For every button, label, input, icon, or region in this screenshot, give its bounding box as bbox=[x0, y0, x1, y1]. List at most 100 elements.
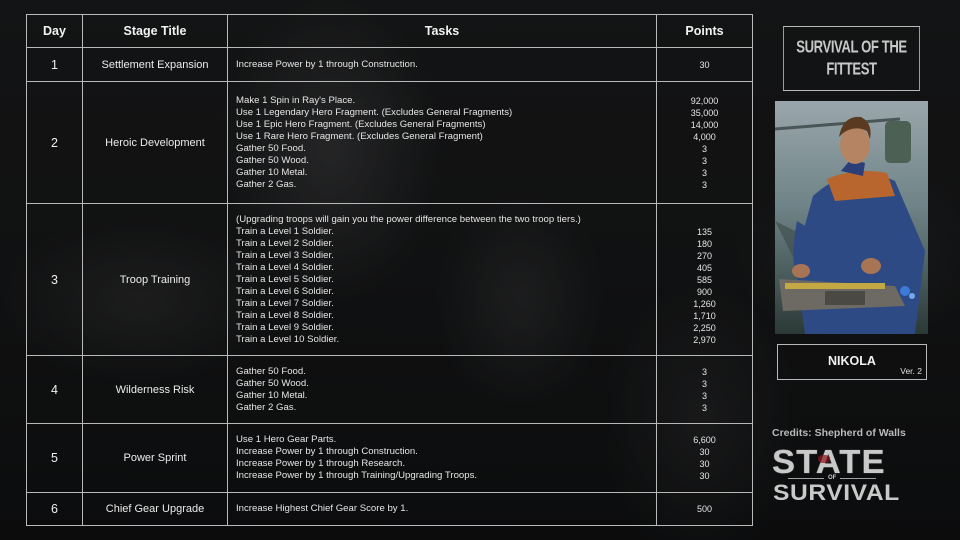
points-cell: 92,000 35,000 14,000 4,000 3 3 3 3 bbox=[656, 81, 753, 204]
task-item: Use 1 Rare Hero Fragment. (Excludes Gene… bbox=[236, 130, 483, 142]
points-value: 180 bbox=[696, 238, 713, 249]
table-row: 3 Troop Training (Upgrading troops will ga… bbox=[26, 203, 753, 356]
header-points: Points bbox=[656, 14, 753, 48]
day-cell: 6 bbox=[26, 492, 83, 526]
points-cell: 135 180 270 405 585 900 1,260 1,710 2,250 2,970 bbox=[656, 203, 753, 356]
task-item: Train a Level 5 Soldier. bbox=[236, 273, 334, 285]
points-value: 30 bbox=[699, 59, 710, 70]
task-item: Gather 50 Wood. bbox=[236, 377, 309, 389]
day-cell: 4 bbox=[26, 355, 83, 424]
task-item: Gather 2 Gas. bbox=[236, 178, 297, 190]
logo-divider bbox=[840, 478, 876, 479]
logo-blood-splatter-icon bbox=[818, 455, 830, 463]
tasks-cell: Use 1 Hero Gear Parts. Increase Power by … bbox=[227, 423, 657, 493]
task-item: Train a Level 6 Soldier. bbox=[236, 285, 334, 297]
logo-divider bbox=[788, 478, 824, 479]
points-cell: 3333 bbox=[656, 355, 753, 424]
tasks-cell: Make 1 Spin in Ray's Place. Use 1 Legenda… bbox=[227, 81, 657, 204]
task-item: Gather 10 Metal. bbox=[236, 166, 308, 178]
task-item: Use 1 Legendary Hero Fragment. (Excludes… bbox=[236, 106, 513, 118]
points-value: 3 bbox=[701, 390, 707, 401]
points-value: 3 bbox=[701, 155, 707, 166]
hero-name-box: NIKOLA Ver. 2 bbox=[777, 344, 927, 380]
task-item: Make 1 Spin in Ray's Place. bbox=[236, 94, 356, 106]
points-spacer bbox=[657, 214, 752, 226]
points-value: 4,000 bbox=[693, 131, 716, 142]
points-value: 500 bbox=[696, 504, 713, 514]
task-item: Gather 10 Metal. bbox=[236, 389, 308, 401]
event-schedule-table: Day Stage Title Tasks Points 1 Settlement… bbox=[26, 14, 753, 526]
task-item: Gather 2 Gas. bbox=[236, 401, 297, 413]
points-cell: 500 bbox=[656, 492, 753, 526]
stage-title-cell: Wilderness Risk bbox=[82, 355, 228, 424]
task-item: Gather 50 Food. bbox=[236, 365, 306, 377]
task-item: Increase Power by 1 through Research. bbox=[236, 458, 406, 469]
points-value: 1,710 bbox=[693, 310, 716, 321]
day-cell: 5 bbox=[26, 423, 83, 493]
stage-title-cell: Heroic Development bbox=[82, 81, 228, 204]
points-value: 405 bbox=[696, 262, 713, 273]
task-item: Use 1 Epic Hero Fragment. (Excludes Gene… bbox=[236, 118, 486, 130]
event-title-box: SURVIVAL OF THE FITTEST bbox=[783, 26, 920, 91]
header-tasks: Tasks bbox=[227, 14, 657, 48]
points-value: 2,970 bbox=[693, 334, 716, 345]
task-item: Train a Level 10 Soldier. bbox=[236, 333, 340, 345]
header-day: Day bbox=[26, 14, 83, 48]
points-value: 14,000 bbox=[690, 119, 719, 130]
points-value: 30 bbox=[699, 447, 710, 457]
task-item: Train a Level 3 Soldier. bbox=[236, 249, 334, 261]
tasks-cell: Gather 50 Food. Gather 50 Wood. Gather 10 … bbox=[227, 355, 657, 424]
task-item: Gather 50 Wood. bbox=[236, 154, 309, 166]
task-item: Increase Power by 1 through Construction… bbox=[236, 58, 418, 70]
header-stage-title: Stage Title bbox=[82, 14, 228, 48]
table-row: 6 Chief Gear Upgrade Increase Highest Chie… bbox=[26, 492, 753, 526]
task-item: Increase Highest Chief Gear Score by 1. bbox=[236, 503, 409, 514]
table-header-row: Day Stage Title Tasks Points bbox=[26, 14, 753, 48]
points-value: 35,000 bbox=[690, 107, 719, 118]
points-value: 1,260 bbox=[693, 298, 716, 309]
table-row: 4 Wilderness Risk Gather 50 Food. Gather 50… bbox=[26, 355, 753, 424]
points-value: 30 bbox=[699, 459, 710, 469]
points-value: 30 bbox=[699, 471, 710, 481]
task-item: Train a Level 2 Soldier. bbox=[236, 237, 334, 249]
logo-survival-text: SURVIVAL bbox=[773, 480, 900, 505]
task-item: Increase Power by 1 through Training/Upg… bbox=[236, 470, 478, 481]
task-item: Train a Level 7 Soldier. bbox=[236, 297, 334, 309]
points-cell: 30 bbox=[656, 47, 753, 82]
logo-state-text: STATE bbox=[772, 445, 886, 479]
task-item: Train a Level 1 Soldier. bbox=[236, 225, 334, 237]
day-cell: 1 bbox=[26, 47, 83, 82]
state-of-survival-logo: STATE OF SURVIVAL bbox=[772, 445, 912, 507]
points-value: 2,250 bbox=[693, 322, 716, 333]
points-value: 3 bbox=[701, 402, 707, 413]
task-note: (Upgrading troops will gain you the powe… bbox=[236, 213, 581, 225]
hero-portrait-icon bbox=[775, 101, 928, 334]
points-value: 6,600 bbox=[693, 435, 716, 445]
day-cell: 3 bbox=[26, 203, 83, 356]
event-title-line2: FITTEST bbox=[826, 59, 877, 79]
points-value: 3 bbox=[701, 366, 707, 377]
task-item: Train a Level 9 Soldier. bbox=[236, 321, 334, 333]
points-cell: 6,600 30 30 30 bbox=[656, 423, 753, 493]
task-item: Gather 50 Food. bbox=[236, 142, 306, 154]
task-item: Use 1 Hero Gear Parts. bbox=[236, 434, 337, 445]
points-value: 3 bbox=[701, 143, 707, 154]
stage-title-cell: Settlement Expansion bbox=[82, 47, 228, 82]
table-row: 1 Settlement Expansion Increase Power by 1… bbox=[26, 47, 753, 82]
credits-text: Credits: Shepherd of Walls bbox=[772, 427, 906, 439]
points-value: 3 bbox=[701, 378, 707, 389]
day-cell: 2 bbox=[26, 81, 83, 204]
points-value: 3 bbox=[701, 167, 707, 178]
points-value: 92,000 bbox=[690, 95, 719, 106]
stage-title-cell: Chief Gear Upgrade bbox=[82, 492, 228, 526]
task-item: Increase Power by 1 through Construction… bbox=[236, 446, 418, 457]
task-item: Train a Level 8 Soldier. bbox=[236, 309, 334, 321]
points-value: 3 bbox=[701, 179, 707, 190]
tasks-cell: (Upgrading troops will gain you the powe… bbox=[227, 203, 657, 356]
table-row: 2 Heroic Development Make 1 Spin in Ray's … bbox=[26, 81, 753, 204]
event-title-line1: SURVIVAL OF THE bbox=[796, 37, 907, 57]
points-value: 135 bbox=[696, 226, 713, 237]
hero-portrait bbox=[775, 101, 928, 334]
points-value: 585 bbox=[696, 274, 713, 285]
stage-title-cell: Power Sprint bbox=[82, 423, 228, 493]
